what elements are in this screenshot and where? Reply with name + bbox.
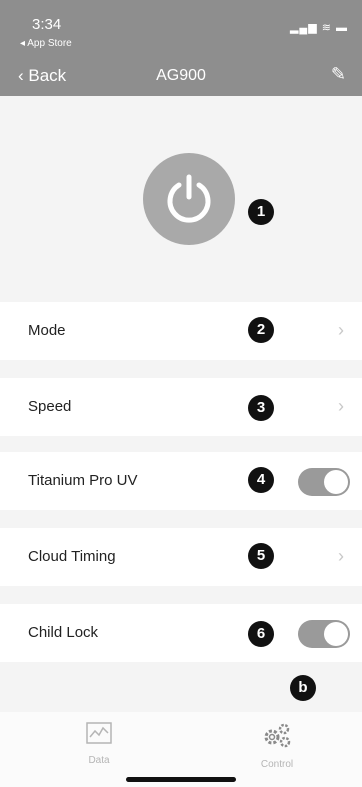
speed-row[interactable]: Speed 3 › (0, 378, 362, 436)
mode-row[interactable]: Mode 2 › (0, 302, 362, 360)
tab-control-label: Control (260, 759, 294, 770)
speed-label: Speed (28, 398, 72, 415)
child-lock-row: Child Lock 6 (0, 604, 362, 662)
nav-bar: ‹ Back AG900 ✎ (0, 56, 362, 96)
child-lock-label: Child Lock (28, 624, 99, 641)
back-to-app-store[interactable]: ◂ App Store (20, 38, 72, 49)
callout-1: 1 (248, 199, 274, 225)
titanium-pro-uv-row: Titanium Pro UV 4 (0, 452, 362, 510)
child-lock-toggle[interactable] (298, 620, 350, 648)
page-title: AG900 (156, 67, 206, 84)
tab-control[interactable]: Control (232, 722, 322, 770)
callout-4: 4 (248, 467, 274, 493)
callout-5: 5 (248, 543, 274, 569)
callout-b: b (290, 675, 316, 701)
status-icons: ▂▄▆ ≋ ▬ (289, 22, 348, 34)
chart-icon (86, 722, 112, 744)
callout-3: 3 (248, 395, 274, 421)
titanium-pro-uv-toggle[interactable] (298, 468, 350, 496)
chevron-right-icon: › (338, 396, 344, 416)
power-icon (167, 174, 211, 223)
titanium-pro-uv-label: Titanium Pro UV (28, 472, 138, 489)
callout-6: 6 (248, 621, 274, 647)
power-section: 1 (0, 96, 362, 302)
callout-2: 2 (248, 317, 274, 343)
cloud-timing-label: Cloud Timing (28, 548, 116, 565)
edit-icon[interactable]: ✎ (331, 64, 346, 85)
home-indicator (126, 777, 236, 782)
tab-data-label: Data (88, 755, 110, 766)
cloud-timing-row[interactable]: Cloud Timing 5 › (0, 528, 362, 586)
chevron-right-icon: › (338, 320, 344, 340)
status-time: 3:34 (32, 16, 62, 33)
status-bar: 3:34 ◂ App Store ▂▄▆ ≋ ▬ (0, 0, 362, 56)
tab-data[interactable]: Data (54, 722, 144, 766)
tab-bar: Data Control (0, 712, 362, 787)
mode-label: Mode (28, 322, 66, 339)
chevron-right-icon: › (338, 546, 344, 566)
toggle-knob (324, 470, 348, 494)
gears-icon (264, 723, 291, 748)
toggle-knob (324, 622, 348, 646)
power-button[interactable] (143, 153, 235, 245)
